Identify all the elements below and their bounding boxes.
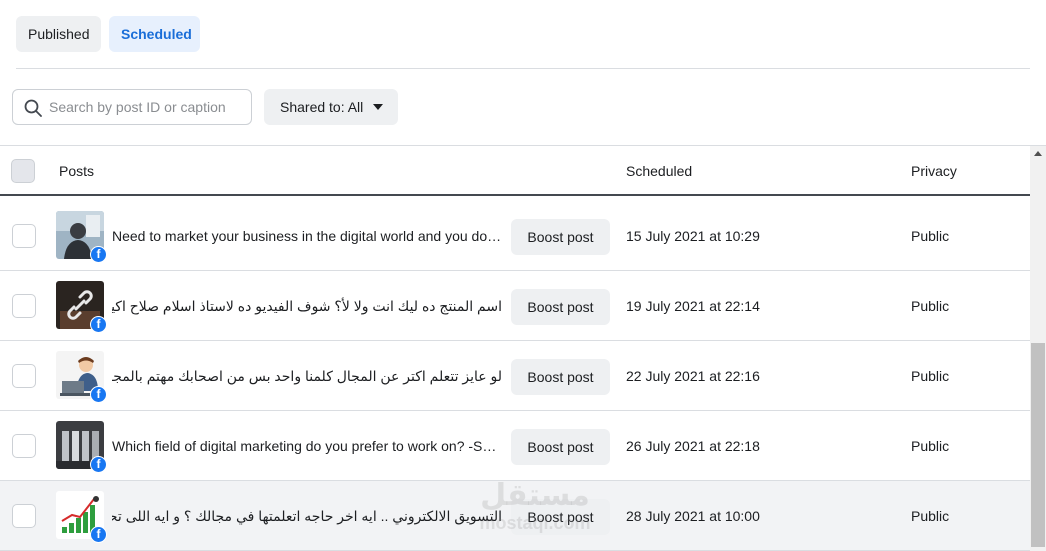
facebook-icon: f (90, 316, 107, 333)
facebook-icon: f (90, 386, 107, 403)
post-caption[interactable]: Need to market your business in the digi… (112, 226, 502, 246)
facebook-icon: f (90, 246, 107, 263)
table-row[interactable]: f Need to market your business in the di… (0, 201, 1030, 271)
facebook-icon: f (90, 526, 107, 543)
post-caption[interactable]: التسويق الالكتروني .. ايه اخر حاجه اتعلم… (112, 506, 502, 526)
post-caption[interactable]: Which field of digital marketing do you … (112, 436, 502, 456)
divider (16, 68, 1030, 69)
post-caption[interactable]: لو عايز تتعلم اكتر عن المجال كلمنا واحد … (112, 366, 502, 386)
column-header-scheduled[interactable]: Scheduled (626, 146, 692, 196)
table-row[interactable]: f التسويق الالكتروني .. ايه اخر حاجه اتع… (0, 481, 1030, 551)
row-checkbox[interactable] (12, 224, 36, 248)
tab-published[interactable]: Published (16, 16, 101, 52)
row-checkbox[interactable] (12, 504, 36, 528)
table-row[interactable]: f لو عايز تتعلم اكتر عن المجال كلمنا واح… (0, 341, 1030, 411)
shared-to-dropdown[interactable]: Shared to: All (264, 89, 398, 125)
privacy-value: Public (911, 508, 950, 524)
table-row[interactable]: f اسم المنتج ده ليك انت ولا لأ؟ شوف الفي… (0, 271, 1030, 341)
boost-post-button[interactable]: Boost post (511, 289, 610, 325)
tab-scheduled[interactable]: Scheduled (109, 16, 200, 52)
scheduled-date: 15 July 2021 at 10:29 (626, 228, 760, 244)
scrollbar-thumb[interactable] (1031, 343, 1045, 547)
scheduled-date: 28 July 2021 at 10:00 (626, 508, 760, 524)
vertical-scrollbar[interactable] (1030, 146, 1046, 551)
search-icon (24, 99, 42, 117)
column-header-posts[interactable]: Posts (59, 146, 94, 196)
table-row[interactable]: f Which field of digital marketing do yo… (0, 411, 1030, 481)
boost-post-button[interactable]: Boost post (511, 429, 610, 465)
privacy-value: Public (911, 368, 950, 384)
scroll-up-icon[interactable] (1034, 151, 1042, 156)
facebook-icon: f (90, 456, 107, 473)
boost-post-button[interactable]: Boost post (511, 359, 610, 395)
boost-post-button[interactable]: Boost post (511, 219, 610, 255)
scheduled-posts-page: Published Scheduled Shared to: All Posts… (0, 0, 1046, 551)
row-checkbox[interactable] (12, 364, 36, 388)
header-underline (0, 194, 1030, 196)
scheduled-date: 19 July 2021 at 22:14 (626, 298, 760, 314)
post-caption[interactable]: اسم المنتج ده ليك انت ولا لأ؟ شوف الفيدي… (112, 296, 502, 316)
search-box[interactable] (12, 89, 252, 125)
privacy-value: Public (911, 228, 950, 244)
privacy-value: Public (911, 438, 950, 454)
select-all-checkbox[interactable] (11, 159, 35, 183)
scheduled-date: 22 July 2021 at 22:16 (626, 368, 760, 384)
shared-to-label: Shared to: All (280, 99, 364, 115)
scheduled-date: 26 July 2021 at 22:18 (626, 438, 760, 454)
boost-post-button[interactable]: Boost post (511, 499, 610, 535)
caret-down-icon (373, 104, 383, 110)
row-checkbox[interactable] (12, 294, 36, 318)
privacy-value: Public (911, 298, 950, 314)
post-tabs: Published Scheduled (16, 16, 200, 52)
search-input[interactable] (49, 90, 247, 124)
row-checkbox[interactable] (12, 434, 36, 458)
table-header: Posts Scheduled Privacy (0, 146, 1030, 195)
column-header-privacy[interactable]: Privacy (911, 146, 957, 196)
